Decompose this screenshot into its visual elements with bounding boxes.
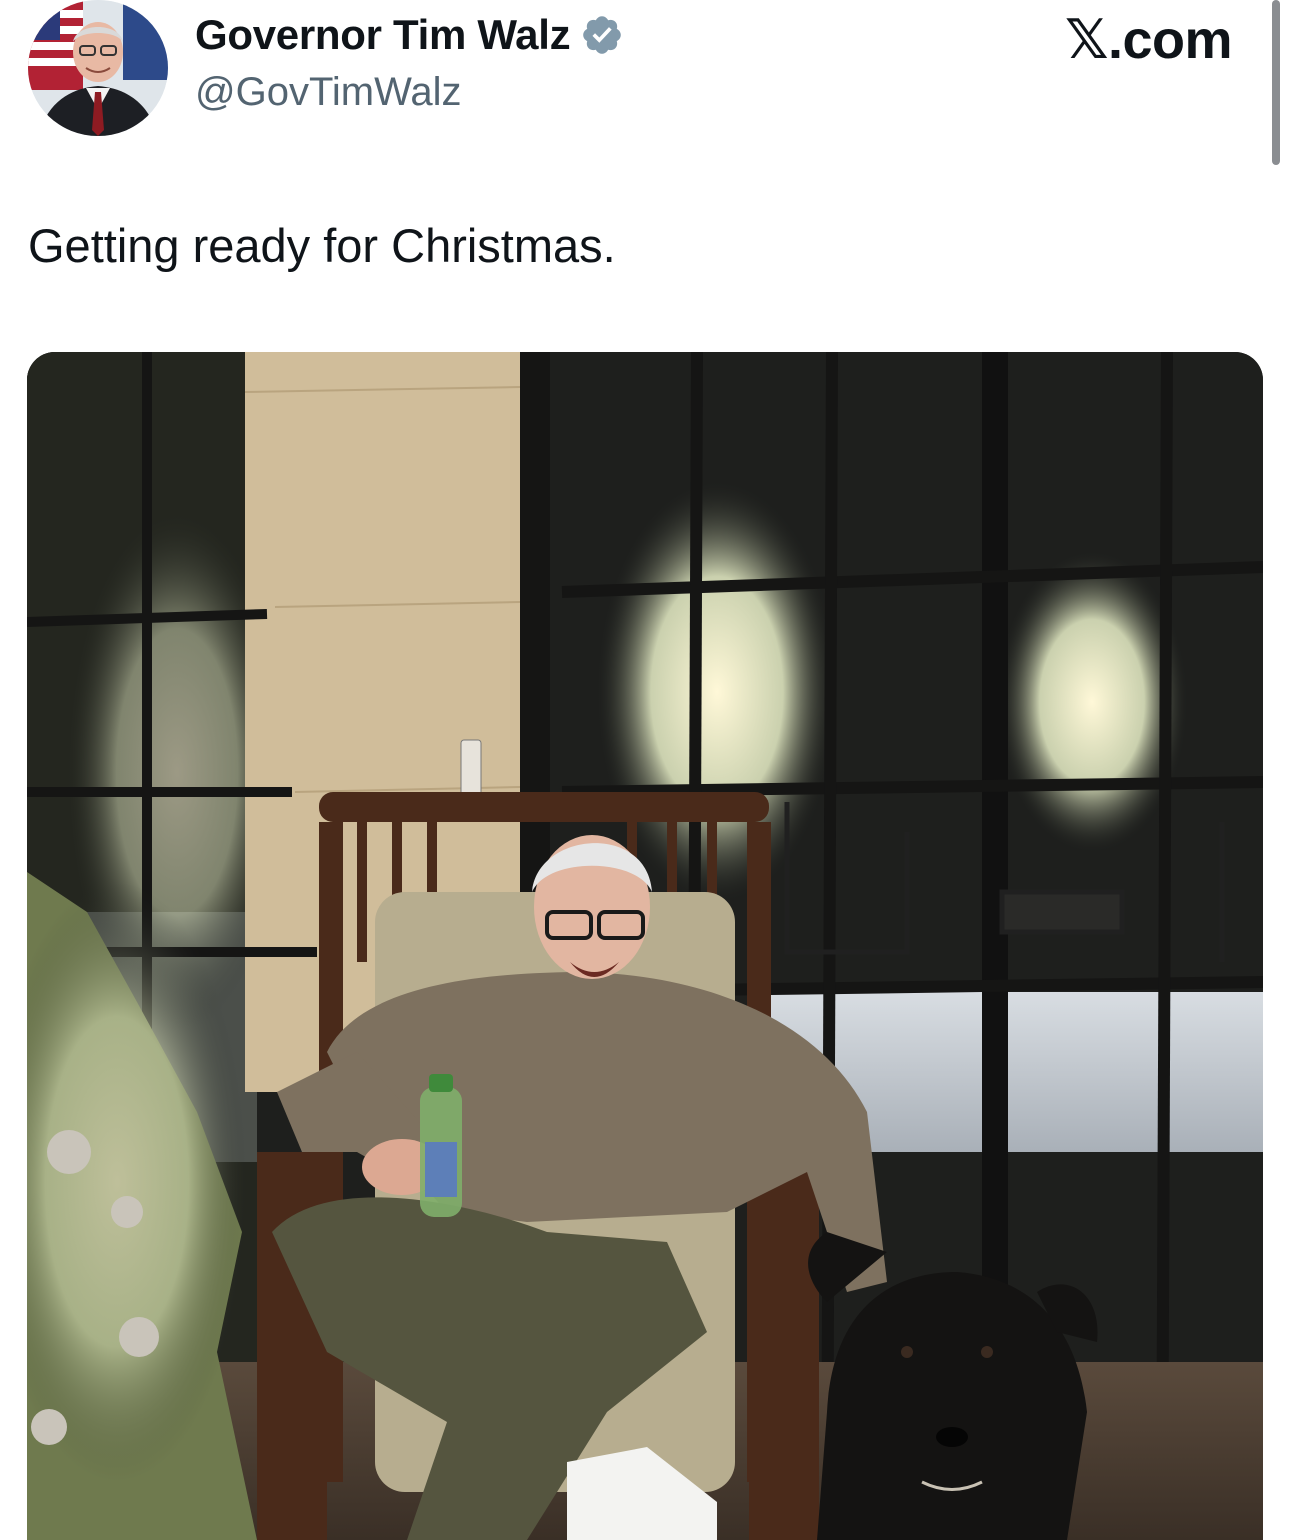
tweet-header: Governor Tim Walz @GovTimWalz 𝕏.com	[0, 0, 1290, 170]
author-avatar[interactable]	[28, 0, 168, 136]
tweet-photo[interactable]	[27, 352, 1263, 1540]
author-name-row[interactable]: Governor Tim Walz	[195, 10, 624, 60]
verified-badge-icon	[580, 13, 624, 57]
tweet-text: Getting ready for Christmas.	[28, 219, 616, 272]
author-handle[interactable]: @GovTimWalz	[195, 70, 462, 115]
x-brand-logo: 𝕏.com	[1064, 10, 1233, 70]
avatar-photo-icon	[28, 0, 168, 136]
author-display-name[interactable]: Governor Tim Walz	[195, 11, 571, 59]
scrollbar[interactable]	[1272, 0, 1280, 165]
photo-image-icon	[27, 352, 1263, 1540]
